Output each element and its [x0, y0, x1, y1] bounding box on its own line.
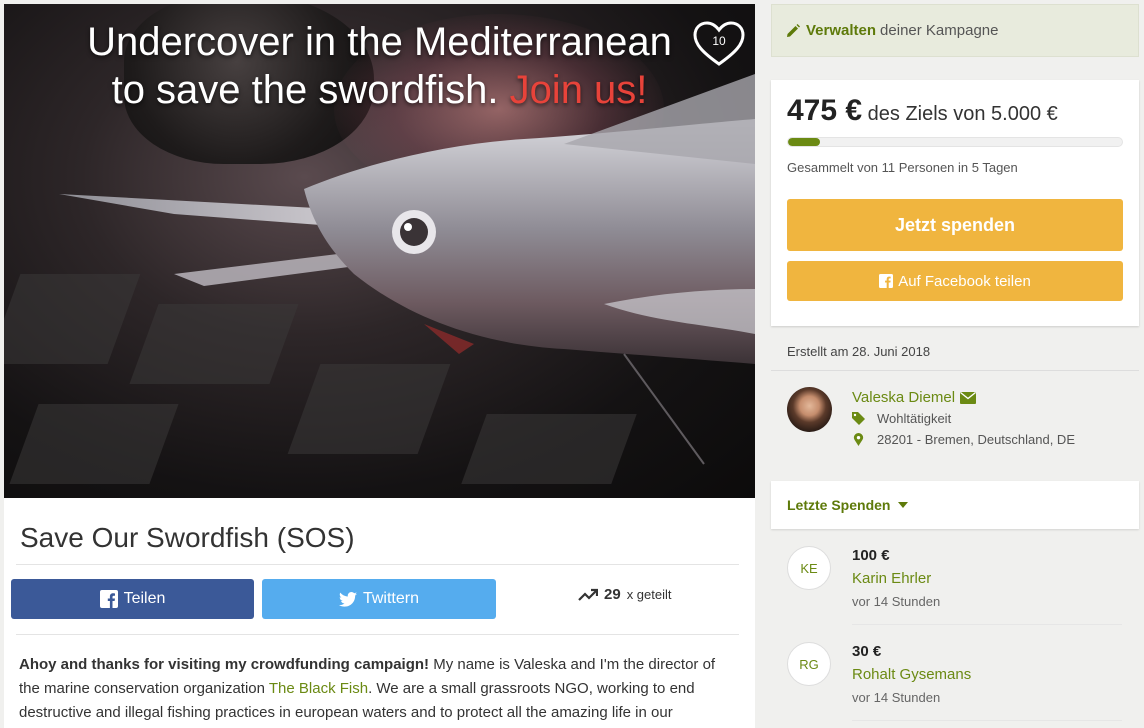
manage-label-text: deiner Kampagne — [880, 22, 999, 39]
donor-name[interactable]: Karin Ehrler — [852, 570, 931, 587]
owner-name: Valeska Diemel — [852, 389, 956, 406]
donate-button[interactable]: Jetzt spenden — [787, 199, 1123, 251]
twitter-share-label: Twittern — [362, 590, 419, 607]
hero-headline-line1: Undercover in the Mediterranean — [87, 20, 672, 64]
donor-name[interactable]: Rohalt Gysemans — [852, 666, 971, 683]
manage-campaign-link[interactable]: Verwalten deiner Kampagne — [771, 4, 1139, 57]
donor-avatar: KE — [787, 546, 831, 590]
facebook-share-button[interactable]: Teilen — [11, 579, 254, 619]
divider — [771, 370, 1139, 371]
last-donations-label: Letzte Spenden — [787, 497, 891, 513]
hero-headline-text: to save the swordfish. — [111, 68, 499, 112]
created-date: Erstellt am 28. Juni 2018 — [787, 344, 931, 359]
like-button[interactable]: 10 — [692, 20, 746, 68]
goal-card: 475 € des Ziels von 5.000 € Gesammelt vo… — [771, 80, 1139, 326]
campaign-title: Save Our Swordfish (SOS) — [20, 522, 355, 553]
tag-icon — [852, 412, 865, 425]
location-text: 28201 - Bremen, Deutschland, DE — [877, 432, 1075, 447]
campaign-card: Save Our Swordfish (SOS) Teilen Twittern… — [4, 498, 755, 728]
donation-time: vor 14 Stunden — [852, 690, 941, 705]
progress-bar — [787, 137, 1123, 147]
category-row: Wohltätigkeit — [852, 411, 951, 426]
hero-headline: Undercover in the Mediterranean to save … — [4, 18, 755, 114]
donation-amount: 100 € — [852, 547, 890, 564]
donor-avatar: RG — [787, 642, 831, 686]
last-donations-toggle[interactable]: Letzte Spenden — [771, 481, 1139, 529]
share-count: 29 x geteilt — [578, 586, 672, 603]
twitter-share-button[interactable]: Twittern — [262, 579, 496, 619]
goal-text: des Ziels von 5.000 € — [867, 103, 1058, 125]
divider — [852, 624, 1122, 625]
divider — [16, 634, 739, 635]
donation-amount: 30 € — [852, 643, 882, 660]
divider — [16, 564, 739, 565]
twitter-icon — [338, 591, 357, 607]
campaign-description: Ahoy and thanks for visiting my crowdfun… — [19, 653, 739, 725]
map-marker-icon — [853, 433, 864, 446]
donation-time: vor 14 Stunden — [852, 594, 941, 609]
amount-raised: 475 € des Ziels von 5.000 € — [787, 94, 1058, 128]
envelope-icon[interactable] — [960, 391, 977, 404]
black-fish-link[interactable]: The Black Fish — [269, 680, 368, 697]
like-count: 10 — [712, 34, 726, 48]
facebook-icon — [879, 274, 894, 288]
location-row: 28201 - Bremen, Deutschland, DE — [852, 432, 1075, 447]
hero-headline-line2: to save the swordfish. Join us! — [4, 66, 755, 114]
owner-avatar[interactable] — [787, 387, 832, 432]
hero-join-text: Join us! — [509, 68, 648, 112]
amount-value: 475 € — [787, 94, 863, 127]
facebook-share-sidebar-button[interactable]: Auf Facebook teilen — [787, 261, 1123, 301]
progress-fill — [788, 138, 820, 146]
pencil-icon — [787, 23, 800, 37]
divider — [852, 720, 1122, 721]
raised-summary: Gesammelt von 11 Personen in 5 Tagen — [787, 160, 1018, 175]
facebook-icon — [99, 590, 118, 608]
trending-up-icon — [578, 588, 598, 601]
hero-image: Undercover in the Mediterranean to save … — [4, 4, 755, 498]
manage-label-bold: Verwalten — [806, 22, 877, 39]
owner-name-link[interactable]: Valeska Diemel — [852, 389, 977, 406]
description-intro-bold: Ahoy and thanks for visiting my crowdfun… — [19, 656, 430, 673]
caret-down-icon — [898, 502, 909, 508]
share-count-suffix: x geteilt — [626, 587, 672, 602]
share-count-value: 29 — [604, 586, 621, 603]
category-text: Wohltätigkeit — [877, 411, 952, 426]
facebook-share-sidebar-label: Auf Facebook teilen — [898, 272, 1031, 290]
facebook-share-label: Teilen — [123, 590, 166, 607]
